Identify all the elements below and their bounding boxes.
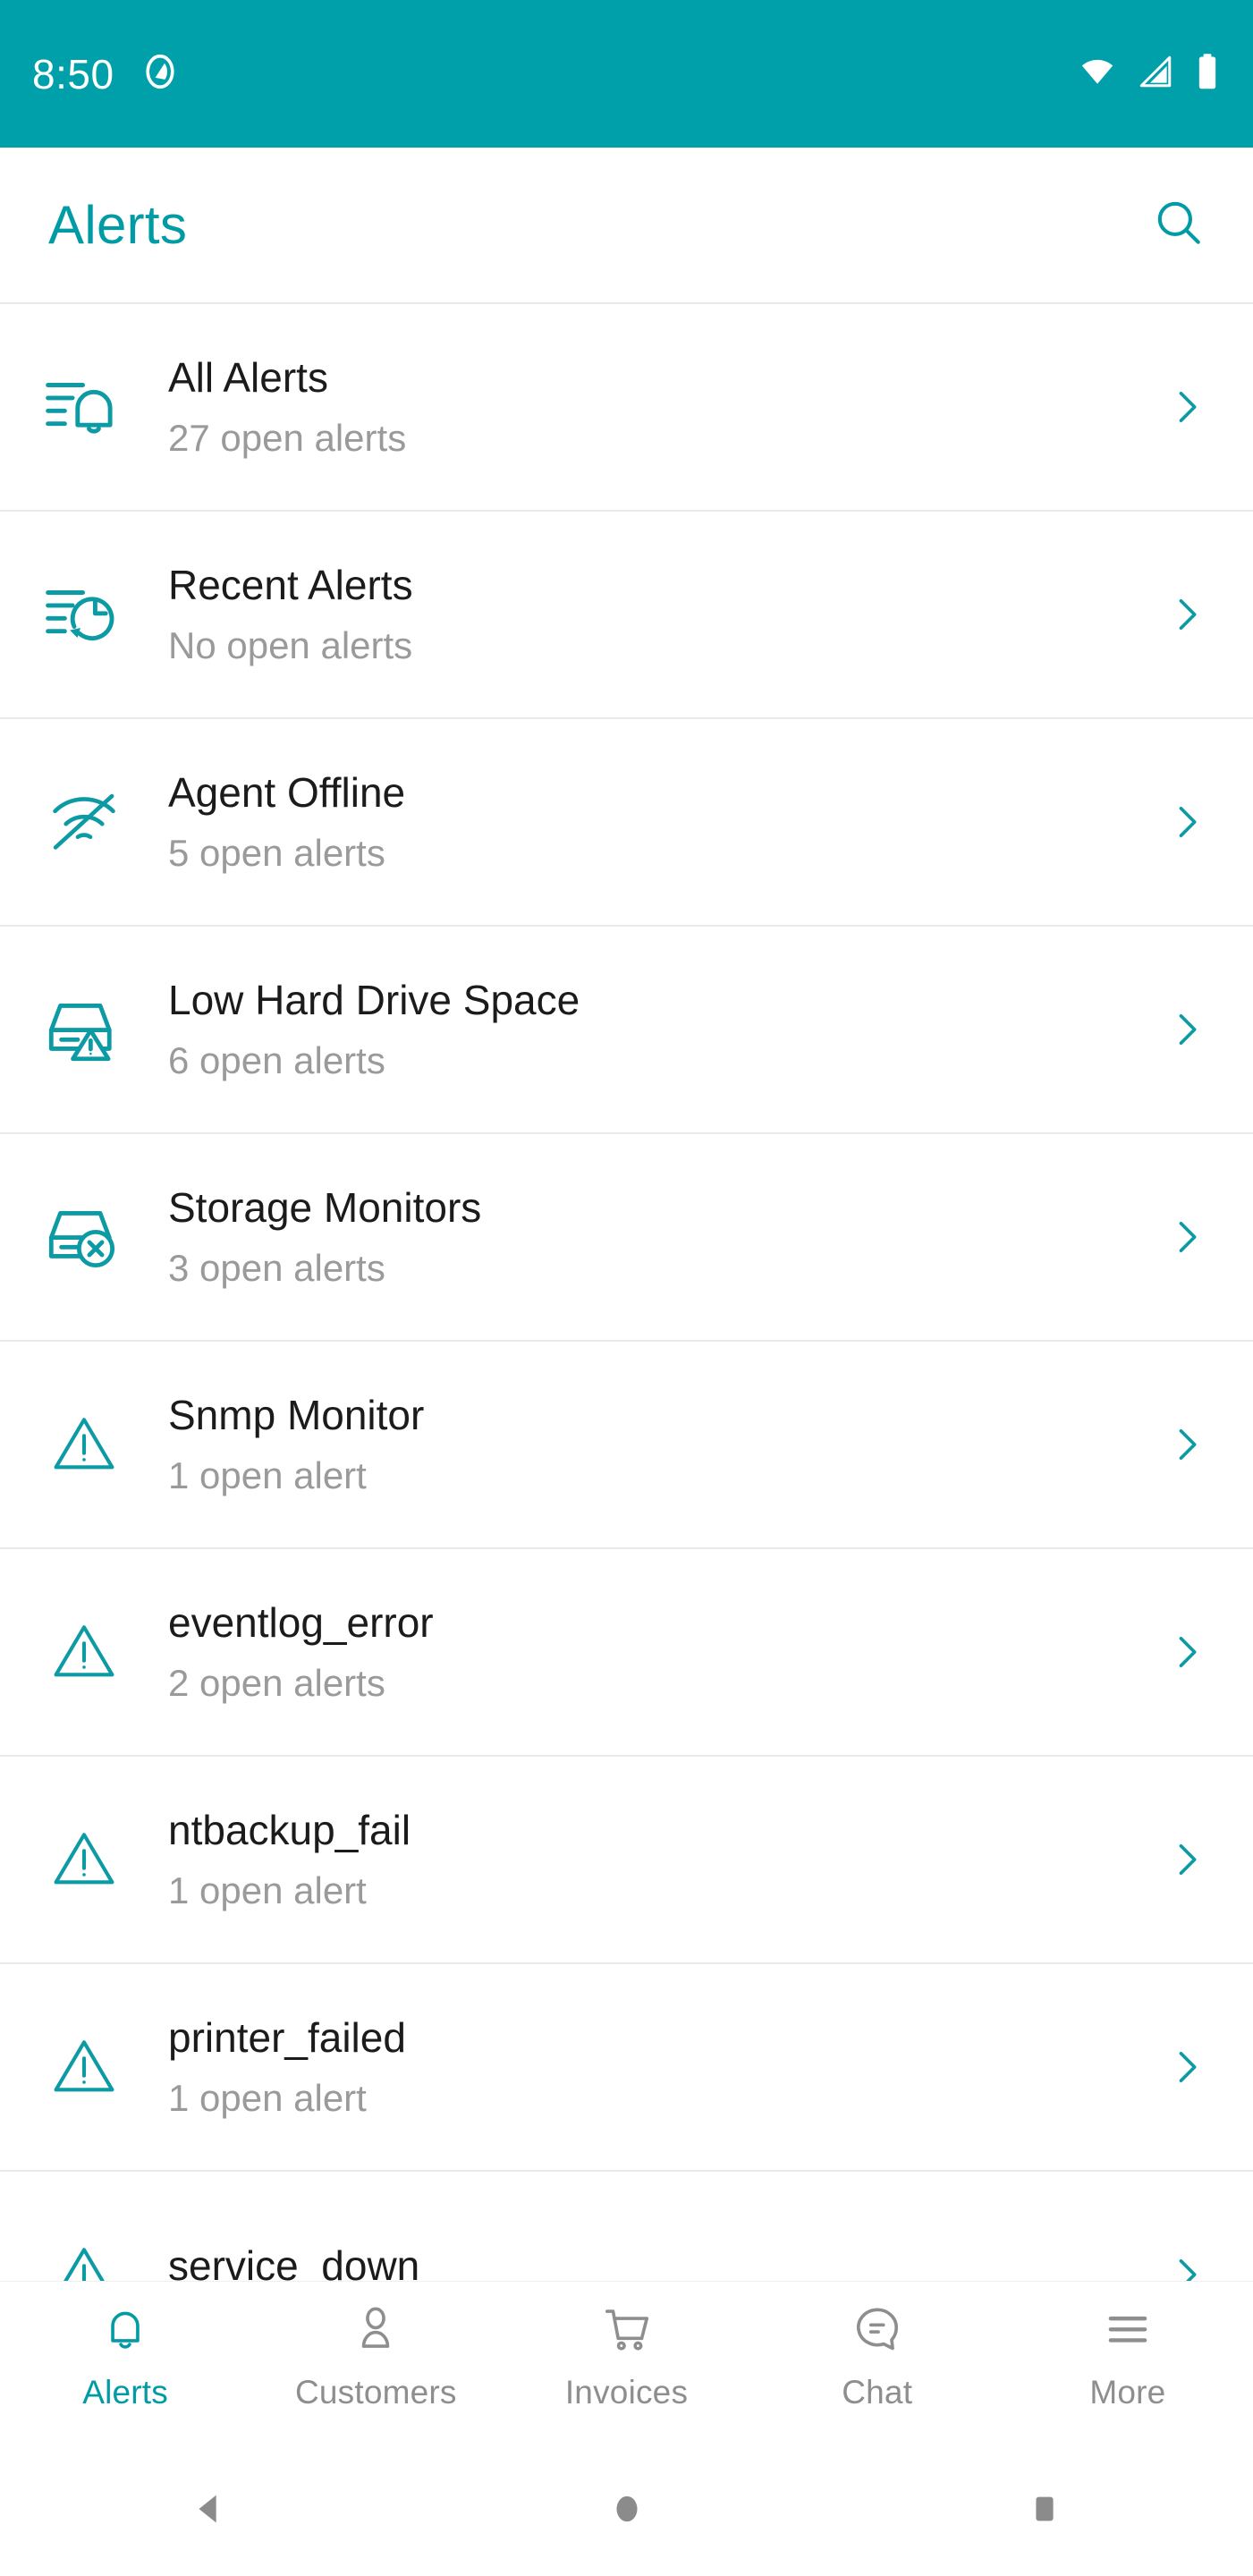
tab-label: More [1089, 2374, 1166, 2411]
list-item[interactable]: Agent Offline 5 open alerts [0, 719, 1253, 927]
list-item-subtitle: No open alerts [168, 623, 413, 666]
chevron-right-icon[interactable] [1147, 384, 1210, 430]
chevron-right-icon[interactable] [1147, 799, 1210, 845]
tab-customers[interactable]: Customers [250, 2301, 501, 2411]
phone-screen: 8:50 Alerts All Alerts 27 open alerts Re… [0, 0, 1253, 2576]
list-item-title: Snmp Monitor [168, 1392, 425, 1439]
warning-triangle-icon [0, 2238, 168, 2281]
list-item[interactable]: eventlog_error 2 open alerts [0, 1549, 1253, 1757]
battery-icon [1194, 52, 1221, 96]
list-item-text: Snmp Monitor 1 open alert [168, 1393, 1147, 1496]
alert-list-bell-icon [0, 363, 168, 451]
list-item-subtitle: 1 open alert [168, 1453, 367, 1496]
chevron-right-icon[interactable] [1147, 2044, 1210, 2090]
triangle-back-icon [189, 2488, 230, 2534]
list-item-title: All Alerts [168, 354, 328, 402]
shopping-cart-icon [599, 2301, 655, 2361]
tab-chat[interactable]: Chat [752, 2301, 1003, 2411]
hard-drive-error-icon [0, 1194, 168, 1280]
chevron-right-icon[interactable] [1147, 1836, 1210, 1883]
chevron-right-icon[interactable] [1147, 1421, 1210, 1468]
list-item-subtitle: 1 open alert [168, 2076, 367, 2119]
list-item-subtitle: 1 open alert [168, 1868, 367, 1911]
person-icon [348, 2301, 403, 2361]
recents-button[interactable] [835, 2488, 1253, 2534]
chevron-right-icon[interactable] [1147, 1006, 1210, 1053]
list-item-title: Low Hard Drive Space [168, 977, 580, 1024]
status-bar-left: 8:50 [32, 50, 181, 98]
tab-label: Alerts [82, 2374, 168, 2411]
app-header: Alerts [0, 148, 1253, 304]
chevron-right-icon[interactable] [1147, 1629, 1210, 1675]
list-item-text: Storage Monitors 3 open alerts [168, 1185, 1147, 1289]
android-q-logo-icon [140, 51, 181, 97]
list-item-title: eventlog_error [168, 1599, 434, 1647]
chat-bubble-icon [850, 2301, 905, 2361]
list-item[interactable]: ntbackup_fail 1 open alert [0, 1757, 1253, 1964]
list-item[interactable]: Recent Alerts No open alerts [0, 512, 1253, 719]
wifi-off-icon [0, 781, 168, 863]
hard-drive-warning-icon [0, 987, 168, 1072]
list-item[interactable]: Low Hard Drive Space 6 open alerts [0, 927, 1253, 1134]
list-item-text: All Alerts 27 open alerts [168, 355, 1147, 459]
list-item[interactable]: Snmp Monitor 1 open alert [0, 1342, 1253, 1549]
list-item-subtitle: 3 open alerts [168, 1246, 385, 1289]
tab-label: Invoices [564, 2374, 689, 2411]
tab-invoices[interactable]: Invoices [501, 2301, 751, 2411]
chevron-right-icon[interactable] [1147, 1214, 1210, 1260]
list-item-title: printer_failed [168, 2014, 406, 2062]
list-item-title: Recent Alerts [168, 562, 413, 609]
list-item-subtitle: 6 open alerts [168, 1038, 385, 1081]
android-navigation-bar [0, 2446, 1253, 2576]
page-title: Alerts [48, 195, 188, 255]
list-item-title: service_down [168, 2242, 420, 2281]
wifi-icon [1078, 52, 1117, 96]
list-item-subtitle: 2 open alerts [168, 1661, 385, 1704]
tab-label: Customers [294, 2374, 457, 2411]
list-item-subtitle: 27 open alerts [168, 416, 407, 459]
back-button[interactable] [0, 2488, 418, 2534]
list-item-text: ntbackup_fail 1 open alert [168, 1808, 1147, 1911]
list-item[interactable]: printer_failed 1 open alert [0, 1964, 1253, 2172]
list-item-title: ntbackup_fail [168, 1807, 411, 1854]
warning-triangle-icon [0, 1408, 168, 1481]
list-item-text: printer_failed 1 open alert [168, 2015, 1147, 2119]
list-item-text: Low Hard Drive Space 6 open alerts [168, 978, 1147, 1081]
bell-icon [97, 2301, 153, 2361]
chevron-right-icon[interactable] [1147, 591, 1210, 638]
list-item-title: Storage Monitors [168, 1184, 482, 1232]
status-bar-right [1078, 52, 1221, 96]
list-item-text: service_down [168, 2243, 1147, 2281]
tab-alerts[interactable]: Alerts [0, 2301, 250, 2411]
circle-home-icon [606, 2488, 648, 2534]
status-bar-clock: 8:50 [32, 50, 114, 97]
list-item-subtitle: 5 open alerts [168, 831, 385, 874]
tab-label: Chat [842, 2374, 913, 2411]
alert-list-history-icon [0, 571, 168, 658]
warning-triangle-icon [0, 2030, 168, 2104]
cellular-signal-icon [1137, 53, 1174, 95]
hamburger-menu-icon [1100, 2301, 1156, 2361]
list-item[interactable]: All Alerts 27 open alerts [0, 304, 1253, 512]
warning-triangle-icon [0, 1615, 168, 1689]
list-item[interactable]: Storage Monitors 3 open alerts [0, 1134, 1253, 1342]
list-item[interactable]: service_down [0, 2172, 1253, 2281]
alerts-list[interactable]: All Alerts 27 open alerts Recent Alerts … [0, 304, 1253, 2281]
list-item-text: Recent Alerts No open alerts [168, 563, 1147, 666]
list-item-title: Agent Offline [168, 769, 406, 817]
list-item-text: Agent Offline 5 open alerts [168, 770, 1147, 874]
warning-triangle-icon [0, 1823, 168, 1896]
home-button[interactable] [418, 2488, 835, 2534]
list-item-text: eventlog_error 2 open alerts [168, 1600, 1147, 1704]
chevron-right-icon[interactable] [1147, 2251, 1210, 2281]
search-icon[interactable] [1151, 195, 1206, 255]
bottom-tab-bar: Alerts Customers Invoices Chat More [0, 2281, 1253, 2446]
square-recents-icon [1024, 2488, 1065, 2534]
tab-more[interactable]: More [1003, 2301, 1253, 2411]
status-bar: 8:50 [0, 0, 1253, 148]
